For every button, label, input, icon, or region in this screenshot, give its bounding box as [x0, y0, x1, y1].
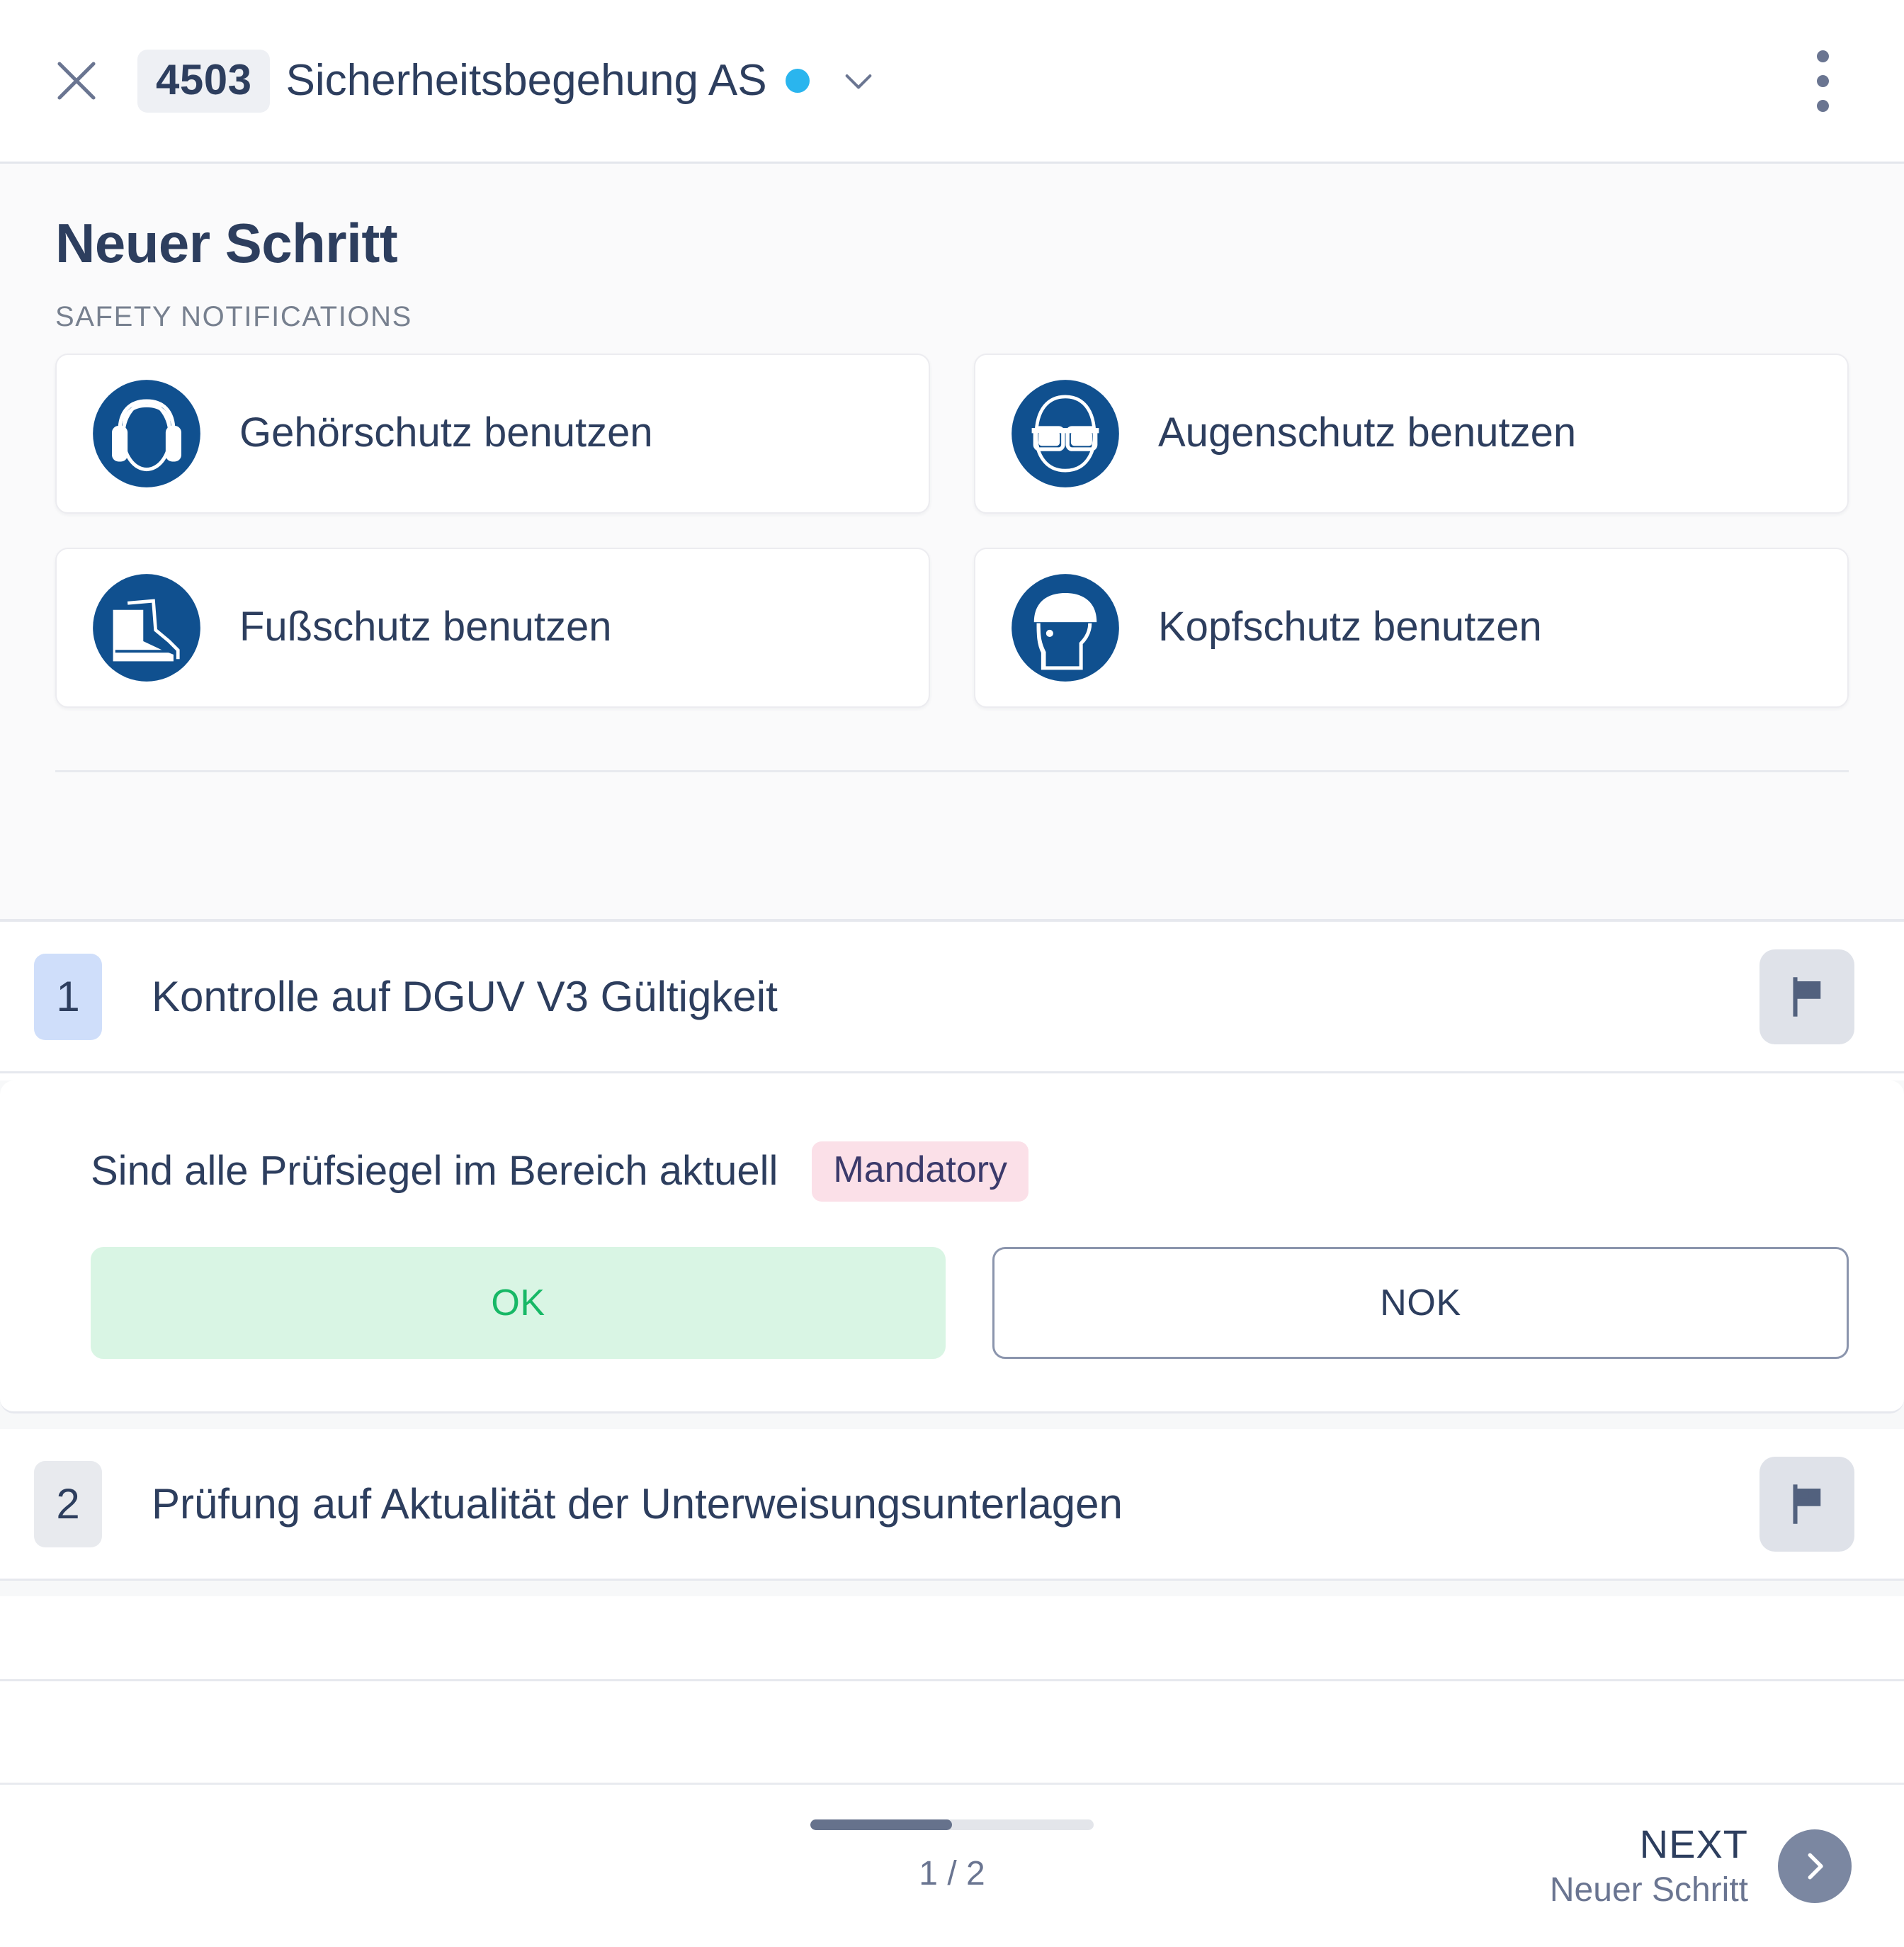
safety-notifications-grid: Gehörschutz benutzen Augenschutz benutze… — [55, 353, 1849, 708]
next-sublabel: Neuer Schritt — [1549, 1871, 1748, 1909]
progress-indicator: 1 / 2 — [803, 1819, 1101, 1893]
step-number-badge: 2 — [34, 1460, 102, 1547]
safety-card-foot-protection[interactable]: Fußschutz benutzen — [55, 547, 930, 708]
step-header-panel: Neuer Schritt SAFETY NOTIFICATIONS Gehör… — [0, 162, 1904, 922]
safety-card-head-protection[interactable]: Kopfschutz benutzen — [974, 547, 1849, 708]
steps-list: 1 Kontrolle auf DGUV V3 Gültigkeit Sind … — [0, 922, 1904, 1783]
ear-protection-icon — [93, 379, 200, 487]
chevron-right-icon — [1808, 1853, 1823, 1879]
step-flag-button-1[interactable] — [1760, 949, 1854, 1044]
kebab-menu-icon — [1816, 50, 1829, 62]
progress-label: 1 / 2 — [919, 1854, 985, 1892]
next-label: NEXT — [1639, 1821, 1748, 1866]
section-gap — [0, 1413, 1904, 1430]
close-icon — [57, 62, 96, 100]
step-flag-button-2[interactable] — [1760, 1456, 1854, 1552]
next-arrow-button[interactable] — [1778, 1829, 1852, 1903]
section-gap-2 — [0, 1581, 1904, 1597]
kebab-dot-2 — [1816, 74, 1829, 87]
question-card: Sind alle Prüfsiegel im Bereich aktuell … — [0, 1080, 1904, 1414]
head-protection-icon — [1012, 573, 1119, 682]
eye-protection-icon — [1012, 379, 1119, 487]
flag-icon — [1793, 976, 1821, 1017]
safety-card-label: Augenschutz benutzen — [1158, 410, 1577, 456]
chevron-down-icon — [845, 74, 871, 89]
question-section: Sind alle Prüfsiegel im Bereich aktuell … — [0, 1080, 1904, 1414]
overflow-menu-button[interactable] — [1791, 42, 1854, 120]
safety-card-ear-protection[interactable]: Gehörschutz benutzen — [55, 353, 930, 514]
safety-card-label: Fußschutz benutzen — [239, 604, 612, 650]
next-button-labels: NEXT Neuer Schritt — [1550, 1822, 1748, 1910]
step-title: Kontrolle auf DGUV V3 Gültigkeit — [152, 973, 778, 1020]
safety-card-label: Kopfschutz benutzen — [1158, 604, 1542, 650]
header-divider — [55, 769, 1849, 772]
question-text: Sind alle Prüfsiegel im Bereich aktuell — [91, 1148, 778, 1195]
progress-track — [810, 1819, 1094, 1830]
answer-options: OK NOK — [91, 1247, 1849, 1360]
document-title: Sicherheitsbegehung AS — [285, 55, 767, 105]
kebab-dot-3 — [1816, 99, 1829, 112]
progress-fill — [810, 1819, 952, 1830]
safety-card-eye-protection[interactable]: Augenschutz benutzen — [974, 353, 1849, 514]
answer-ok-button[interactable]: OK — [91, 1247, 946, 1360]
document-number: 4503 — [137, 49, 271, 113]
inspection-app: 4503 Sicherheitsbegehung AS Neuer Schrit… — [0, 0, 1904, 1947]
step-row-2[interactable]: 2 Prüfung auf Aktualität der Unterweisun… — [0, 1429, 1904, 1581]
step-title: Prüfung auf Aktualität der Unterweisungs… — [152, 1480, 1123, 1528]
mandatory-badge: Mandatory — [812, 1141, 1029, 1202]
foot-protection-icon — [93, 573, 200, 682]
close-button[interactable] — [41, 45, 112, 116]
next-question-card-partial — [0, 1596, 1904, 1682]
answer-nok-button[interactable]: NOK — [992, 1247, 1849, 1360]
top-bar: 4503 Sicherheitsbegehung AS — [0, 0, 1904, 162]
safety-notifications-caption: SAFETY NOTIFICATIONS — [55, 300, 412, 332]
page-title: Neuer Schritt — [55, 212, 398, 274]
next-step-button[interactable]: NEXT Neuer Schritt — [1550, 1822, 1852, 1910]
step-row-1[interactable]: 1 Kontrolle auf DGUV V3 Gültigkeit — [0, 922, 1904, 1073]
safety-card-label: Gehörschutz benutzen — [239, 410, 653, 456]
expand-details-button[interactable] — [834, 56, 883, 106]
step-number-badge: 1 — [34, 953, 102, 1040]
flag-icon — [1793, 1484, 1821, 1524]
status-dot — [785, 69, 810, 93]
question-header: Sind alle Prüfsiegel im Bereich aktuell … — [91, 1141, 1849, 1202]
bottom-navigation-bar: 1 / 2 NEXT Neuer Schritt — [0, 1783, 1904, 1947]
